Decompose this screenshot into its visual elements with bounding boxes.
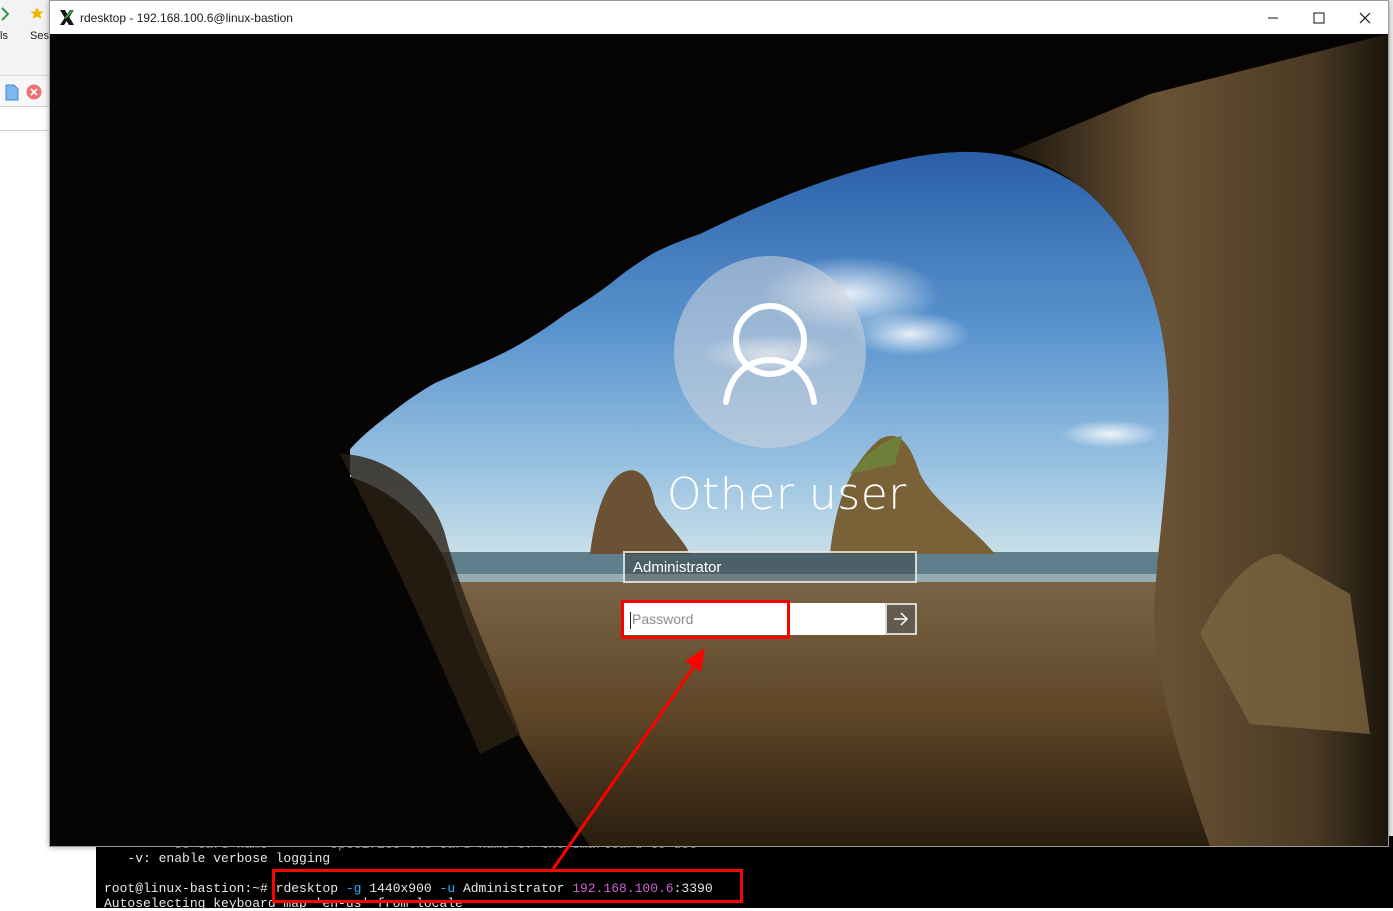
window-titlebar[interactable]: rdesktop - 192.168.100.6@linux-bastion bbox=[50, 1, 1388, 34]
new-file-icon[interactable] bbox=[5, 84, 19, 101]
star-icon[interactable] bbox=[30, 6, 44, 20]
minimize-button[interactable] bbox=[1250, 1, 1296, 34]
maximize-icon bbox=[1313, 12, 1325, 23]
terminal-geometry: 1440x900 bbox=[369, 881, 432, 896]
terminal-user: Administrator bbox=[462, 881, 565, 896]
terminal-cmd: rdesktop bbox=[275, 881, 339, 896]
arrow-right-icon bbox=[894, 612, 909, 626]
tools-icon[interactable] bbox=[0, 6, 12, 22]
login-heading-text: Other user bbox=[667, 469, 907, 520]
close-icon bbox=[1359, 12, 1371, 23]
terminal-opt-u: -u bbox=[439, 881, 456, 896]
window-title: rdesktop - 192.168.100.6@linux-bastion bbox=[80, 11, 293, 25]
username-field[interactable]: Administrator bbox=[623, 551, 917, 583]
maximize-button[interactable] bbox=[1296, 1, 1342, 34]
host-session-panel bbox=[0, 130, 50, 909]
rdesktop-window: rdesktop - 192.168.100.6@linux-bastion O… bbox=[49, 0, 1389, 847]
x-logo-icon bbox=[60, 10, 74, 25]
host-app-sidebar: ls Sess bbox=[0, 0, 54, 909]
host-toolbar: ls Sess bbox=[0, 0, 54, 76]
minimize-icon bbox=[1268, 17, 1278, 18]
terminal-command-line: root@linux-bastion:~# rdesktop -g 1440x9… bbox=[104, 881, 713, 896]
terminal-help-line: -v: enable verbose logging bbox=[104, 851, 331, 866]
close-session-icon[interactable] bbox=[26, 84, 42, 100]
terminal-prompt: root@linux-bastion:~# bbox=[104, 881, 268, 896]
user-icon bbox=[723, 303, 817, 405]
terminal-output-line: Autoselecting keyboard map 'en-us' from … bbox=[104, 896, 463, 911]
password-placeholder: Password bbox=[632, 611, 694, 627]
password-field[interactable]: Password bbox=[623, 603, 885, 635]
host-app-edge bbox=[1389, 0, 1393, 908]
submit-button[interactable] bbox=[885, 603, 917, 635]
text-caret bbox=[630, 611, 631, 629]
terminal-port: :3390 bbox=[673, 881, 713, 896]
terminal-ip: 192.168.100.6 bbox=[572, 881, 674, 896]
user-avatar bbox=[674, 256, 866, 448]
host-subtoolbar bbox=[0, 76, 50, 107]
close-button[interactable] bbox=[1342, 1, 1388, 34]
tools-label[interactable]: ls bbox=[0, 30, 8, 42]
remote-desktop-screen[interactable]: Other user Administrator Password bbox=[50, 34, 1388, 846]
terminal-opt-g: -g bbox=[345, 881, 362, 896]
